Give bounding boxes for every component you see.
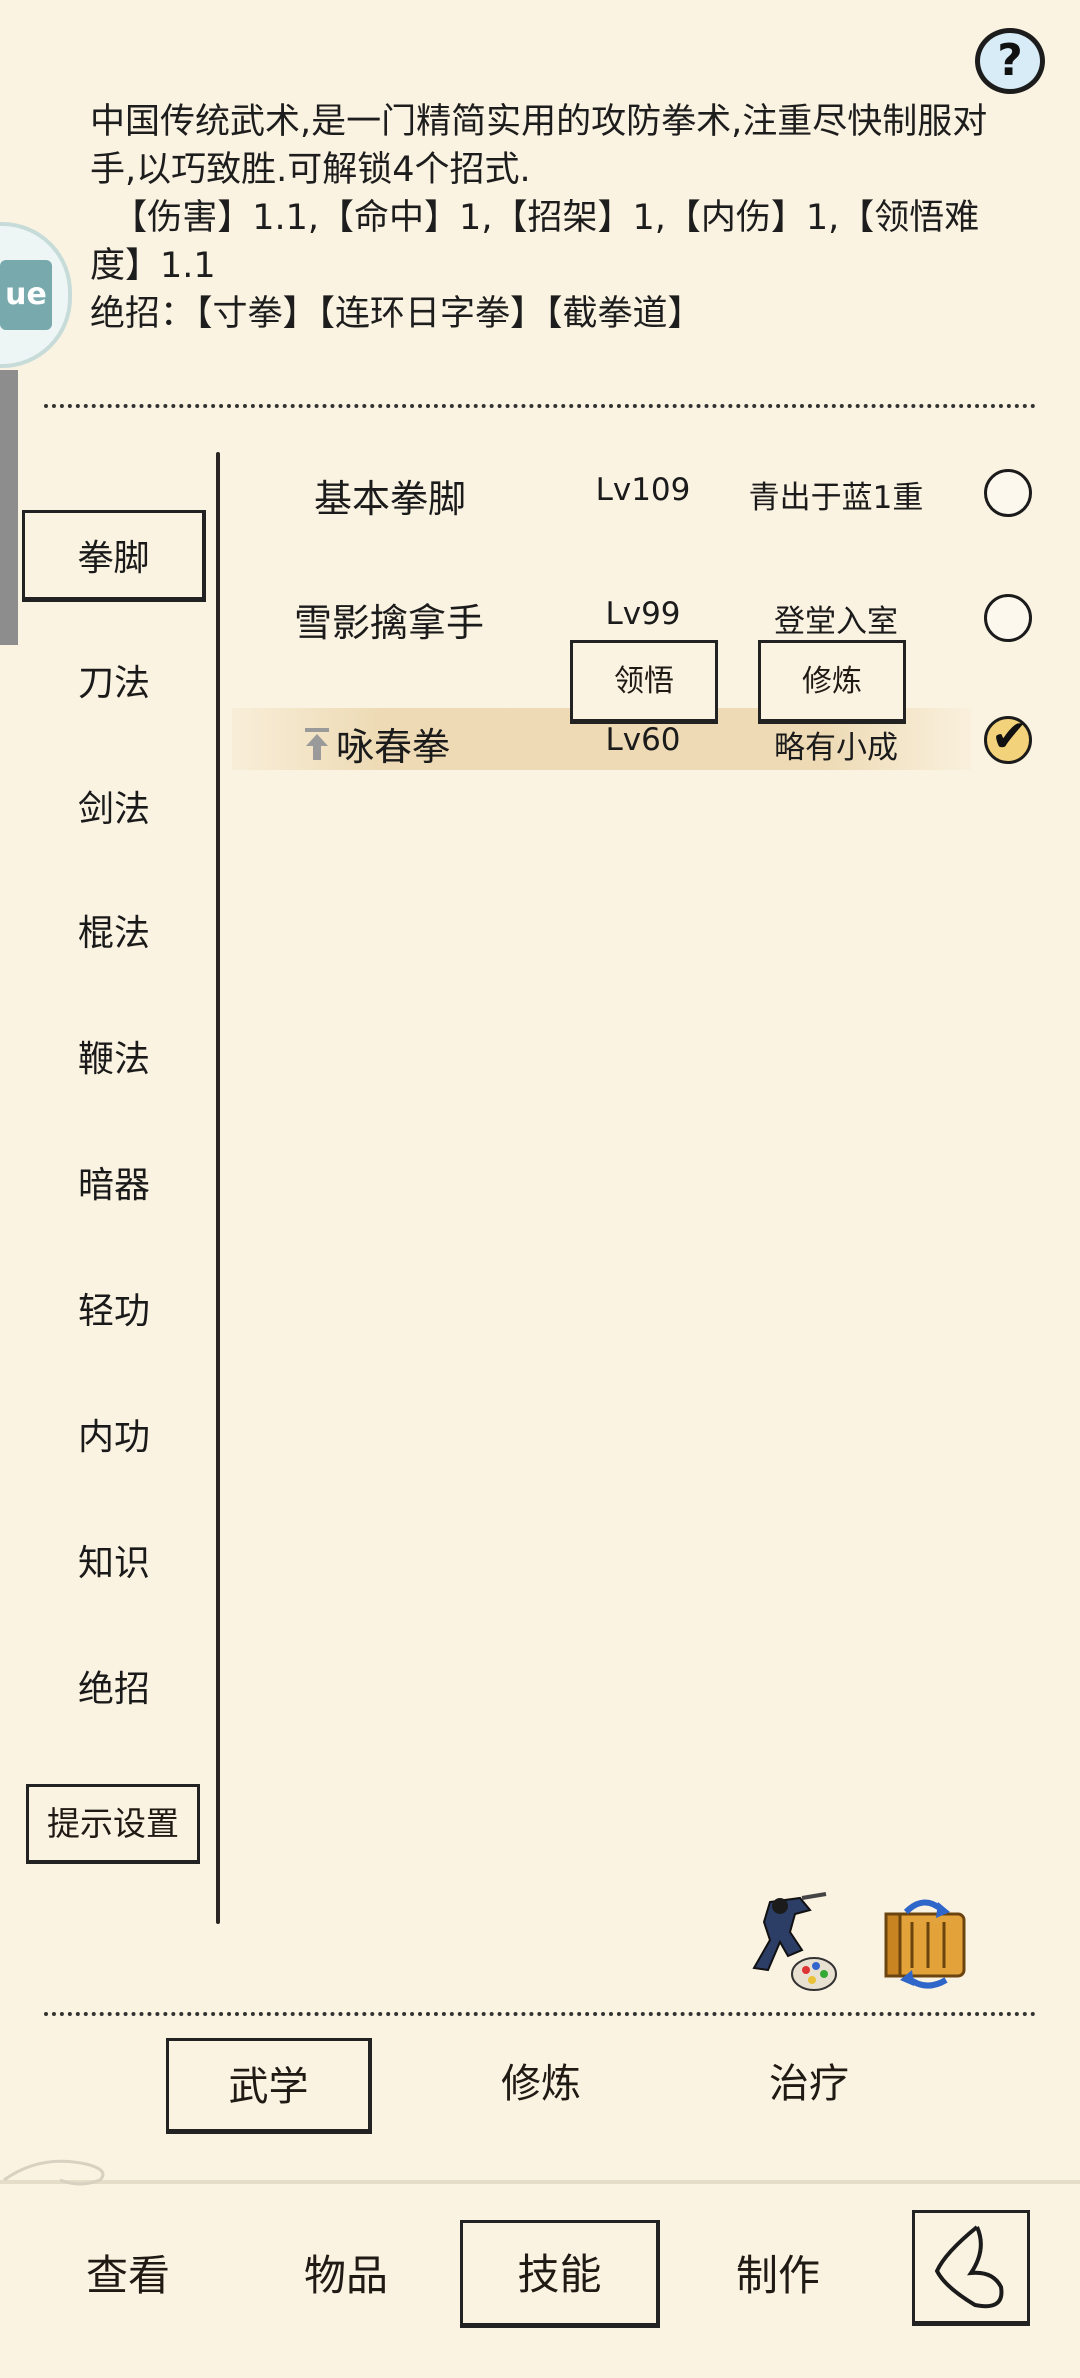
skill-rank: 略有小成 <box>774 730 898 766</box>
nav-skills[interactable]: 技能 <box>460 2220 660 2328</box>
nav-view[interactable]: 查看 <box>28 2224 228 2332</box>
subtab-training[interactable]: 修炼 <box>438 2038 644 2134</box>
skill-name[interactable]: 咏春拳 <box>336 716 450 771</box>
back-button[interactable] <box>912 2210 1030 2326</box>
nav-crafting[interactable]: 制作 <box>678 2224 878 2332</box>
comprehend-button[interactable]: 领悟 <box>570 640 718 724</box>
skill-select-radio[interactable] <box>984 594 1032 642</box>
skill-description: 中国传统武术,是一门精简实用的攻防拳术,注重尽快制服对手,以巧致胜.可解锁4个招… <box>90 102 988 334</box>
divider <box>44 2012 1036 2016</box>
category-tab-hidden-weapon[interactable]: 暗器 <box>22 1140 206 1232</box>
category-tab-ultimate[interactable]: 绝招 <box>22 1644 206 1736</box>
skill-rank: 青出于蓝1重 <box>748 480 924 516</box>
category-tab-sword[interactable]: 剑法 <box>22 764 206 856</box>
checkmark-icon: ✔ <box>991 711 1028 762</box>
category-tab-knowledge[interactable]: 知识 <box>22 1518 206 1610</box>
arrow-up-icon <box>302 726 332 762</box>
brush-swirl-icon <box>3 2159 105 2186</box>
hint-settings-button[interactable]: 提示设置 <box>26 1784 200 1864</box>
divider <box>44 404 1036 408</box>
skill-level: Lv60 <box>605 722 681 758</box>
category-divider <box>216 452 220 1924</box>
category-tab-fist[interactable]: 拳脚 <box>22 510 206 602</box>
skill-level: Lv99 <box>605 596 681 632</box>
subtab-martial-arts[interactable]: 武学 <box>166 2038 372 2134</box>
scroll-swap-icon[interactable] <box>876 1892 976 1992</box>
skill-name[interactable]: 雪影擒拿手 <box>294 592 484 647</box>
category-tab-inner-power[interactable]: 内功 <box>22 1392 206 1484</box>
category-tab-whip[interactable]: 鞭法 <box>22 1014 206 1106</box>
category-tab-staff[interactable]: 棍法 <box>22 888 206 980</box>
fighter-palette-icon[interactable] <box>740 1892 840 1992</box>
nav-separator <box>0 2180 1080 2184</box>
skill-select-radio-checked[interactable]: ✔ <box>984 711 1032 764</box>
category-tab-blade[interactable]: 刀法 <box>22 638 206 730</box>
subtab-healing[interactable]: 治疗 <box>706 2038 912 2134</box>
skill-rank: 登堂入室 <box>774 604 898 640</box>
train-button[interactable]: 修炼 <box>758 640 906 724</box>
skill-level: Lv109 <box>595 472 691 508</box>
back-arrow-icon <box>934 2225 1004 2309</box>
skill-name[interactable]: 基本拳脚 <box>314 468 466 523</box>
scrollbar[interactable] <box>0 370 18 645</box>
help-button[interactable]: ? <box>975 28 1045 94</box>
floating-widget-icon[interactable]: ue <box>0 260 52 330</box>
category-tab-lightness[interactable]: 轻功 <box>22 1266 206 1358</box>
skill-select-radio[interactable] <box>984 469 1032 517</box>
nav-items[interactable]: 物品 <box>246 2224 446 2332</box>
